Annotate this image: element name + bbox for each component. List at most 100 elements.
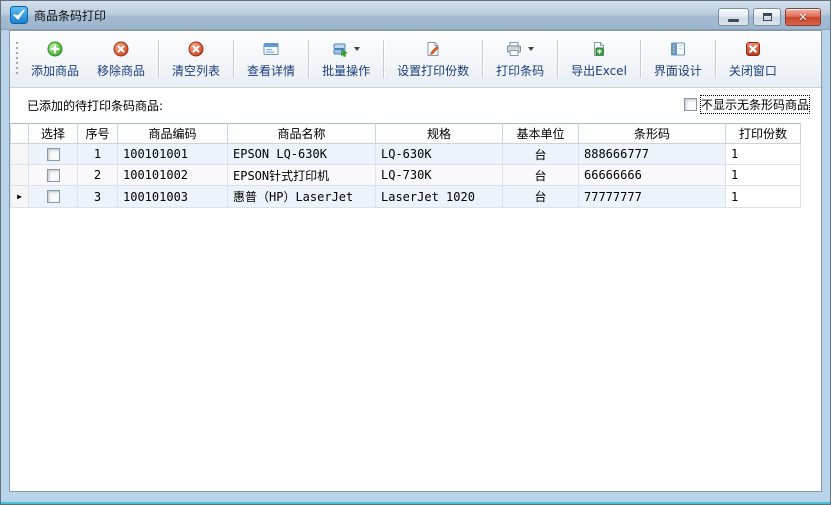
cell-copies[interactable]: 1: [726, 144, 801, 165]
button-label: 清空列表: [172, 62, 220, 79]
add-circle-icon: [47, 41, 63, 57]
column-header-copies[interactable]: 打印份数: [726, 124, 801, 144]
toolbar: 添加商品 移除商品 清空列表: [10, 31, 821, 88]
product-table: 选择 序号 商品编码 商品名称 规格 基本单位 条形码 打印份数 1: [10, 123, 801, 208]
printer-icon: [506, 41, 522, 57]
cell-name[interactable]: EPSON LQ-630K: [228, 144, 376, 165]
row-indicator-cell: [11, 165, 29, 186]
cell-index[interactable]: 1: [78, 144, 118, 165]
remove-circle-icon: [113, 41, 129, 57]
row-checkbox-icon[interactable]: [47, 148, 60, 161]
table-header-row: 选择 序号 商品编码 商品名称 规格 基本单位 条形码 打印份数: [11, 124, 801, 144]
row-select-cell[interactable]: [29, 144, 78, 165]
content-panel: 已添加的待打印条码商品: 不显示无条形码商品 选择 序号 商品编码 商品名称: [10, 89, 821, 491]
batch-icon: [332, 41, 348, 57]
cell-index[interactable]: 3: [78, 186, 118, 208]
cell-unit[interactable]: 台: [503, 144, 579, 165]
clear-list-button[interactable]: 清空列表: [163, 34, 229, 84]
ui-design-button[interactable]: 界面设计: [645, 34, 711, 84]
toolbar-separator: [233, 40, 234, 78]
cell-barcode[interactable]: 66666666: [579, 165, 726, 186]
checkbox-icon[interactable]: [684, 98, 697, 111]
cell-copies[interactable]: 1: [726, 186, 801, 208]
window-title: 商品条码打印: [34, 7, 106, 24]
column-header-code[interactable]: 商品编码: [118, 124, 228, 144]
ui-design-icon: [670, 41, 686, 57]
button-label: 打印条码: [496, 62, 544, 79]
app-logo-icon: [10, 6, 28, 24]
cell-copies[interactable]: 1: [726, 165, 801, 186]
print-barcode-button[interactable]: 打印条码: [487, 34, 553, 84]
batch-operation-button[interactable]: 批量操作: [313, 34, 379, 84]
table-row[interactable]: 1 100101001 EPSON LQ-630K LQ-630K 台 8886…: [11, 144, 801, 165]
cell-code[interactable]: 100101002: [118, 165, 228, 186]
cell-name[interactable]: 惠普（HP）LaserJet: [228, 186, 376, 208]
row-checkbox-icon[interactable]: [47, 190, 60, 203]
set-copies-icon: [425, 41, 441, 57]
cell-spec[interactable]: LaserJet 1020: [376, 186, 503, 208]
button-label: 关闭窗口: [729, 62, 777, 79]
row-checkbox-icon[interactable]: [47, 169, 60, 182]
cell-unit[interactable]: 台: [503, 186, 579, 208]
export-excel-button[interactable]: 导出Excel: [562, 34, 636, 84]
table-row-current[interactable]: ▶ 3 100101003 惠普（HP）LaserJet LaserJet 10…: [11, 186, 801, 208]
dropdown-caret-icon: [528, 47, 534, 51]
close-window-button[interactable]: 关闭窗口: [720, 34, 786, 84]
toolbar-separator: [482, 40, 483, 78]
column-header-spec[interactable]: 规格: [376, 124, 503, 144]
cell-unit[interactable]: 台: [503, 165, 579, 186]
toolbar-separator: [640, 40, 641, 78]
button-label: 查看详情: [247, 62, 295, 79]
details-panel-icon: [263, 41, 279, 57]
row-indicator-cell: [11, 144, 29, 165]
cell-name[interactable]: EPSON针式打印机: [228, 165, 376, 186]
close-window-icon: [745, 41, 761, 57]
cell-barcode[interactable]: 888666777: [579, 144, 726, 165]
minimize-button[interactable]: [718, 8, 749, 26]
button-label: 导出Excel: [571, 62, 627, 79]
row-indicator-header: [11, 124, 29, 144]
toolbar-separator: [715, 40, 716, 78]
row-indicator-cell: ▶: [11, 186, 29, 208]
dropdown-caret-icon: [354, 47, 360, 51]
column-header-select[interactable]: 选择: [29, 124, 78, 144]
maximize-button[interactable]: [753, 8, 781, 26]
close-icon: ✕: [798, 12, 807, 23]
client-area: 添加商品 移除商品 清空列表: [9, 30, 822, 492]
add-product-button[interactable]: 添加商品: [22, 34, 88, 84]
cell-code[interactable]: 100101001: [118, 144, 228, 165]
remove-product-button[interactable]: 移除商品: [88, 34, 154, 84]
table-row[interactable]: 2 100101002 EPSON针式打印机 LQ-730K 台 6666666…: [11, 165, 801, 186]
toolbar-separator: [308, 40, 309, 78]
column-header-barcode[interactable]: 条形码: [579, 124, 726, 144]
toolbar-grip[interactable]: [13, 42, 20, 76]
cell-code[interactable]: 100101003: [118, 186, 228, 208]
app-window: 商品条码打印 ✕ 添加商品: [0, 0, 831, 505]
close-button[interactable]: ✕: [785, 8, 821, 26]
toolbar-separator: [383, 40, 384, 78]
export-excel-icon: [591, 41, 607, 57]
button-label: 移除商品: [97, 62, 145, 79]
clear-circle-icon: [188, 41, 204, 57]
toolbar-separator: [158, 40, 159, 78]
hide-no-barcode-checkbox[interactable]: 不显示无条形码商品: [684, 96, 809, 113]
toolbar-separator: [557, 40, 558, 78]
cell-spec[interactable]: LQ-630K: [376, 144, 503, 165]
column-header-name[interactable]: 商品名称: [228, 124, 376, 144]
column-header-unit[interactable]: 基本单位: [503, 124, 579, 144]
row-select-cell[interactable]: [29, 165, 78, 186]
cell-spec[interactable]: LQ-730K: [376, 165, 503, 186]
button-label: 界面设计: [654, 62, 702, 79]
cell-barcode[interactable]: 77777777: [579, 186, 726, 208]
column-header-index[interactable]: 序号: [78, 124, 118, 144]
pending-list-label: 已添加的待打印条码商品:: [27, 97, 163, 114]
titlebar[interactable]: 商品条码打印 ✕: [1, 1, 830, 30]
set-print-copies-button[interactable]: 设置打印份数: [388, 34, 478, 84]
view-details-button[interactable]: 查看详情: [238, 34, 304, 84]
current-row-arrow-icon: ▶: [17, 192, 22, 201]
row-select-cell[interactable]: [29, 186, 78, 208]
button-label: 添加商品: [31, 62, 79, 79]
button-label: 设置打印份数: [397, 62, 469, 79]
cell-index[interactable]: 2: [78, 165, 118, 186]
maximize-icon: [763, 13, 772, 21]
